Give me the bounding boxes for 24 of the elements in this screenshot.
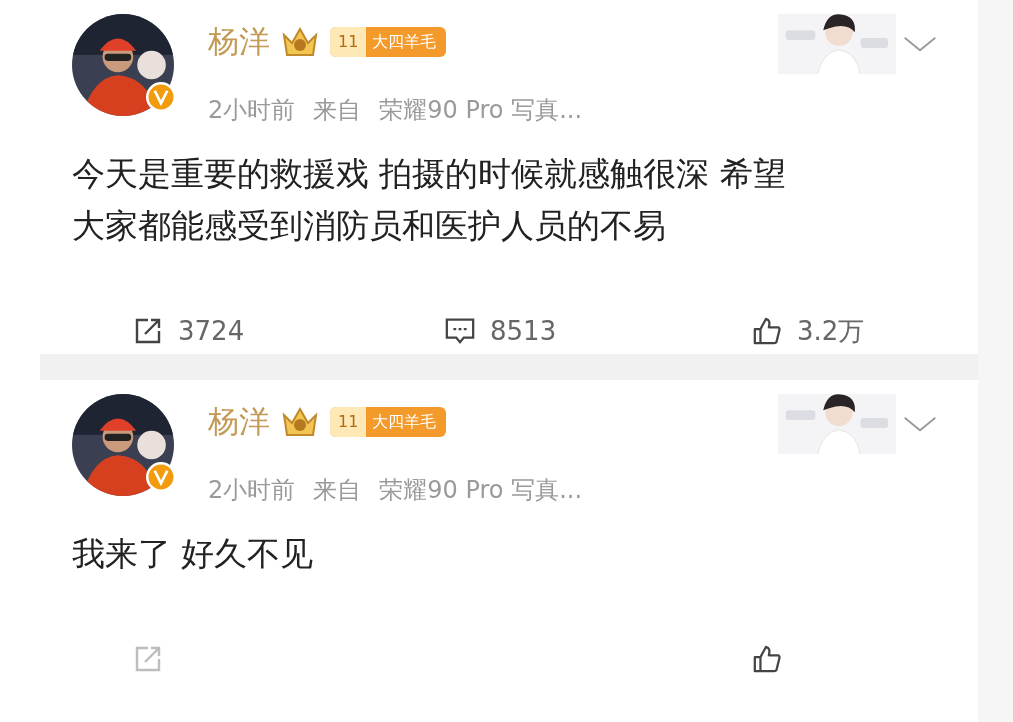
member-title: 大四羊毛 xyxy=(372,411,437,433)
comment-button[interactable]: 8513 xyxy=(444,308,751,354)
crown-icon xyxy=(280,405,320,439)
crown-icon xyxy=(280,25,320,59)
user-name[interactable]: 杨洋 xyxy=(208,401,270,443)
like-button[interactable]: 3.2万 xyxy=(751,308,951,354)
post-time: 2小时前 xyxy=(208,95,296,126)
source-device[interactable]: 荣耀90 Pro 写真... xyxy=(379,474,583,506)
post-text: 我来了 好久不见 xyxy=(72,533,315,575)
member-title: 大四羊毛 xyxy=(372,31,437,53)
thumbs-up-icon xyxy=(751,316,783,346)
thumbs-up-icon xyxy=(751,644,783,674)
comment-icon xyxy=(444,316,476,346)
user-name[interactable]: 杨洋 xyxy=(208,21,270,63)
repost-button[interactable]: 3724 xyxy=(132,308,444,354)
post-text: 今天是重要的救援戏 拍摄的时候就感触很深 希望大家都能感受到消防员和医护人员的不易 xyxy=(72,153,787,247)
rank-number: 11 xyxy=(330,407,367,437)
chevron-down-icon[interactable] xyxy=(902,414,938,434)
source-device[interactable]: 荣耀90 Pro 写真... xyxy=(379,94,583,126)
chevron-down-icon[interactable] xyxy=(902,34,938,54)
rank-number: 11 xyxy=(330,27,367,57)
post-time: 2小时前 xyxy=(208,475,296,506)
source-label: 来自 xyxy=(313,95,362,126)
source-label: 来自 xyxy=(313,475,362,506)
